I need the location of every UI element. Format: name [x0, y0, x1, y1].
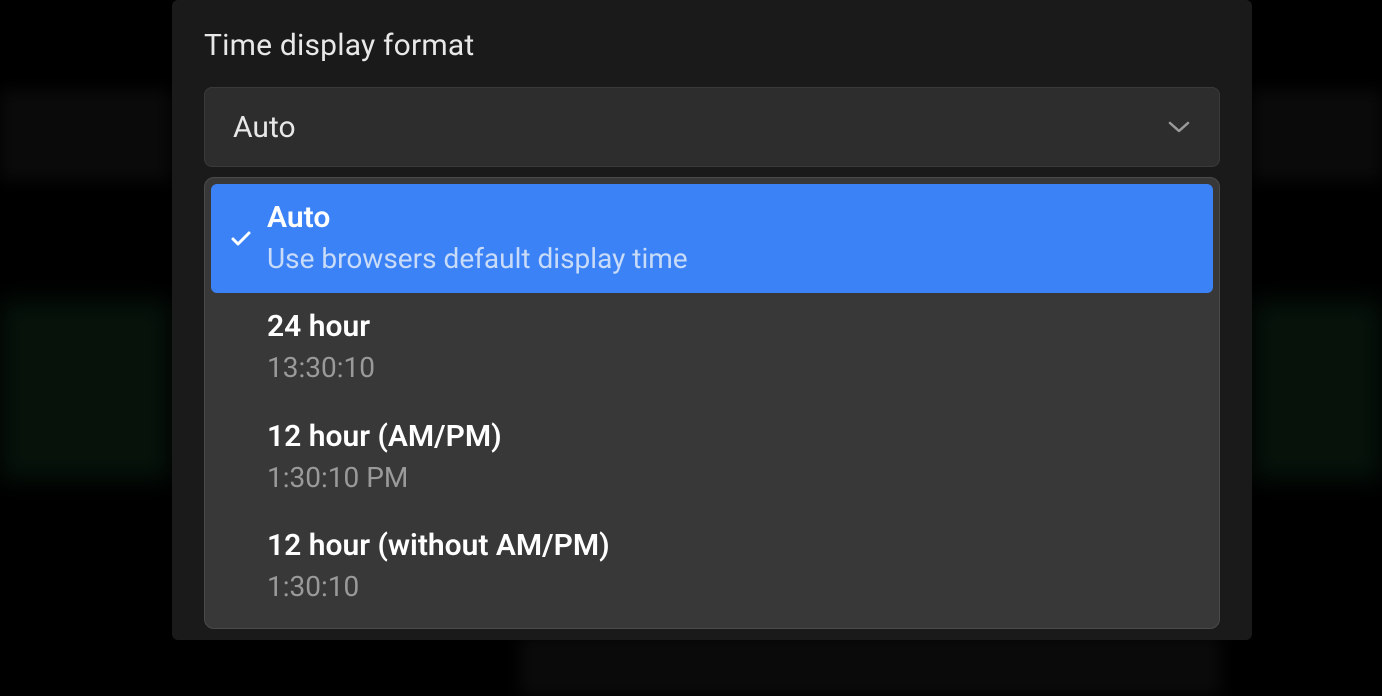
option-description: 1:30:10 PM: [267, 460, 1195, 496]
background-blur: [520, 636, 1220, 696]
select-current-value: Auto: [233, 110, 296, 145]
chevron-down-icon: [1167, 115, 1191, 139]
option-description: Use browsers default display time: [267, 241, 1195, 277]
option-24-hour[interactable]: 24 hour 13:30:10: [211, 293, 1213, 402]
option-content: 24 hour 13:30:10: [261, 307, 1195, 386]
check-icon: [221, 526, 261, 558]
option-description: 1:30:10: [267, 569, 1195, 605]
option-content: 12 hour (AM/PM) 1:30:10 PM: [261, 417, 1195, 496]
background-blur: [1252, 90, 1382, 180]
settings-panel: Time display format Auto Auto Use browse…: [172, 0, 1252, 640]
option-title: 12 hour (without AM/PM): [267, 526, 1195, 565]
option-content: 12 hour (without AM/PM) 1:30:10: [261, 526, 1195, 605]
option-description: 13:30:10: [267, 350, 1195, 386]
background-blur: [0, 90, 170, 180]
option-title: Auto: [267, 198, 1195, 237]
option-12-hour-ampm[interactable]: 12 hour (AM/PM) 1:30:10 PM: [211, 403, 1213, 512]
option-content: Auto Use browsers default display time: [261, 198, 1195, 277]
time-format-select[interactable]: Auto: [204, 87, 1220, 167]
background-blur: [0, 300, 170, 480]
option-title: 12 hour (AM/PM): [267, 417, 1195, 456]
check-icon: [221, 417, 261, 449]
time-format-dropdown: Auto Use browsers default display time 2…: [204, 177, 1220, 629]
check-icon: [221, 198, 261, 248]
field-label: Time display format: [204, 28, 1220, 63]
option-12-hour-no-ampm[interactable]: 12 hour (without AM/PM) 1:30:10: [211, 512, 1213, 621]
option-title: 24 hour: [267, 307, 1195, 346]
check-icon: [221, 307, 261, 339]
option-auto[interactable]: Auto Use browsers default display time: [211, 184, 1213, 293]
background-blur: [1252, 300, 1382, 480]
